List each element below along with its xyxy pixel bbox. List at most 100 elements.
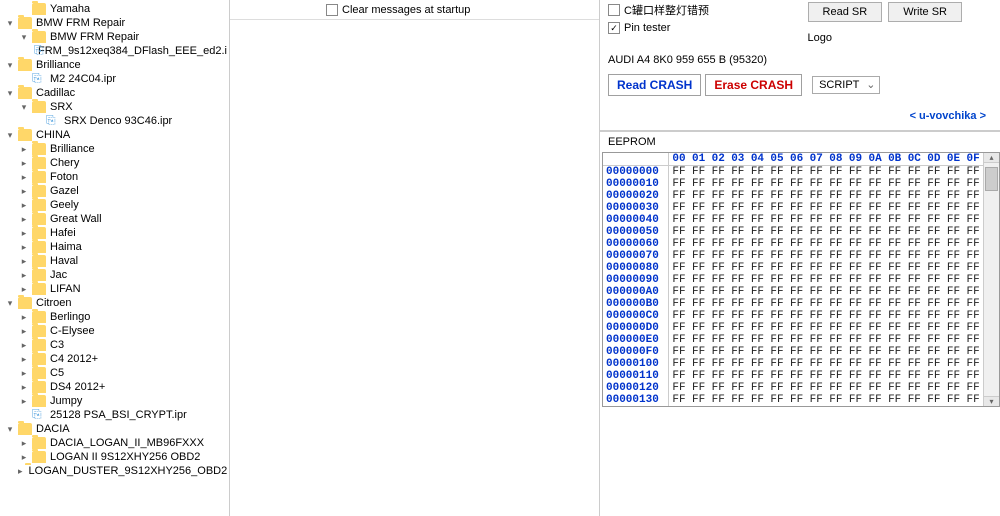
hex-row[interactable]: 00000110FFFFFFFFFFFFFFFFFFFFFFFFFFFFFFFF — [603, 370, 983, 382]
hex-byte[interactable]: FF — [748, 166, 768, 179]
toggle-icon[interactable]: ▾ — [4, 297, 16, 309]
hex-row[interactable]: 000000F0FFFFFFFFFFFFFFFFFFFFFFFFFFFFFFFF — [603, 346, 983, 358]
hex-byte[interactable]: FF — [904, 274, 924, 286]
hex-byte[interactable]: FF — [904, 286, 924, 298]
hex-byte[interactable]: FF — [669, 226, 689, 238]
hex-byte[interactable]: FF — [826, 250, 846, 262]
hex-byte[interactable]: FF — [846, 358, 866, 370]
hex-byte[interactable]: FF — [826, 346, 846, 358]
hex-byte[interactable]: FF — [708, 178, 728, 190]
hex-byte[interactable]: FF — [865, 286, 885, 298]
hex-byte[interactable]: FF — [767, 202, 787, 214]
hex-byte[interactable]: FF — [904, 190, 924, 202]
hex-byte[interactable]: FF — [767, 262, 787, 274]
hex-byte[interactable]: FF — [904, 382, 924, 394]
hex-byte[interactable]: FF — [806, 250, 826, 262]
hex-byte[interactable]: FF — [865, 358, 885, 370]
hex-byte[interactable]: FF — [748, 394, 768, 406]
toggle-icon[interactable]: ▸ — [18, 437, 30, 449]
toggle-icon[interactable]: ▾ — [18, 31, 30, 43]
hex-byte[interactable]: FF — [806, 370, 826, 382]
pin-tester-checkbox[interactable]: ✓ — [608, 22, 620, 34]
hex-byte[interactable]: FF — [963, 262, 983, 274]
hex-byte[interactable]: FF — [963, 298, 983, 310]
hex-byte[interactable]: FF — [865, 322, 885, 334]
hex-byte[interactable]: FF — [963, 202, 983, 214]
hex-byte[interactable]: FF — [787, 370, 807, 382]
toggle-icon[interactable]: ▾ — [4, 129, 16, 141]
hex-byte[interactable]: FF — [689, 346, 709, 358]
hex-byte[interactable]: FF — [669, 190, 689, 202]
hex-byte[interactable]: FF — [787, 334, 807, 346]
hex-byte[interactable]: FF — [748, 298, 768, 310]
hex-byte[interactable]: FF — [885, 358, 905, 370]
hex-byte[interactable]: FF — [748, 226, 768, 238]
hex-byte[interactable]: FF — [846, 190, 866, 202]
hex-byte[interactable]: FF — [865, 190, 885, 202]
hex-byte[interactable]: FF — [846, 334, 866, 346]
hex-byte[interactable]: FF — [924, 262, 944, 274]
hex-row[interactable]: 00000090FFFFFFFFFFFFFFFFFFFFFFFFFFFFFFFF — [603, 274, 983, 286]
hex-byte[interactable]: FF — [865, 382, 885, 394]
hex-byte[interactable]: FF — [846, 226, 866, 238]
hex-byte[interactable]: FF — [669, 346, 689, 358]
hex-byte[interactable]: FF — [787, 346, 807, 358]
hex-byte[interactable]: FF — [944, 190, 964, 202]
hex-byte[interactable]: FF — [708, 298, 728, 310]
hex-byte[interactable]: FF — [708, 286, 728, 298]
tree-folder[interactable]: ▾BMW FRM Repair — [0, 30, 229, 44]
hex-byte[interactable]: FF — [728, 226, 748, 238]
hex-byte[interactable]: FF — [748, 190, 768, 202]
hex-byte[interactable]: FF — [865, 334, 885, 346]
hex-byte[interactable]: FF — [826, 262, 846, 274]
toggle-icon[interactable]: ▾ — [4, 87, 16, 99]
hex-byte[interactable]: FF — [924, 226, 944, 238]
hex-byte[interactable]: FF — [728, 202, 748, 214]
hex-byte[interactable]: FF — [885, 274, 905, 286]
toggle-icon[interactable]: ▸ — [18, 465, 23, 477]
hex-byte[interactable]: FF — [748, 346, 768, 358]
hex-byte[interactable]: FF — [846, 238, 866, 250]
hex-byte[interactable]: FF — [924, 274, 944, 286]
hex-byte[interactable]: FF — [885, 262, 905, 274]
hex-byte[interactable]: FF — [669, 358, 689, 370]
hex-byte[interactable]: FF — [787, 298, 807, 310]
toggle-icon[interactable]: ▸ — [18, 171, 30, 183]
hex-byte[interactable]: FF — [865, 250, 885, 262]
toggle-icon[interactable]: ▾ — [4, 423, 16, 435]
hex-byte[interactable]: FF — [669, 394, 689, 406]
hex-byte[interactable]: FF — [708, 346, 728, 358]
hex-byte[interactable]: FF — [669, 166, 689, 179]
hex-byte[interactable]: FF — [963, 370, 983, 382]
hex-byte[interactable]: FF — [924, 250, 944, 262]
hex-byte[interactable]: FF — [669, 286, 689, 298]
tree-folder[interactable]: Yamaha — [0, 2, 229, 16]
hex-byte[interactable]: FF — [728, 286, 748, 298]
hex-byte[interactable]: FF — [904, 214, 924, 226]
tree-file[interactable]: SRX Denco 93C46.ipr — [0, 114, 229, 128]
hex-byte[interactable]: FF — [728, 262, 748, 274]
toggle-icon[interactable]: ▸ — [18, 157, 30, 169]
hex-byte[interactable]: FF — [924, 334, 944, 346]
clear-startup-checkbox[interactable] — [326, 4, 338, 16]
hex-byte[interactable]: FF — [787, 286, 807, 298]
hex-byte[interactable]: FF — [728, 394, 748, 406]
hex-byte[interactable]: FF — [669, 238, 689, 250]
toggle-icon[interactable]: ▸ — [18, 395, 30, 407]
hex-byte[interactable]: FF — [826, 238, 846, 250]
hex-byte[interactable]: FF — [944, 382, 964, 394]
hex-byte[interactable]: FF — [904, 298, 924, 310]
hex-byte[interactable]: FF — [689, 274, 709, 286]
hex-byte[interactable]: FF — [924, 358, 944, 370]
hex-byte[interactable]: FF — [944, 346, 964, 358]
hex-byte[interactable]: FF — [944, 202, 964, 214]
toggle-icon[interactable]: ▸ — [18, 311, 30, 323]
hex-byte[interactable]: FF — [944, 226, 964, 238]
hex-byte[interactable]: FF — [748, 250, 768, 262]
hex-byte[interactable]: FF — [669, 370, 689, 382]
hex-byte[interactable]: FF — [669, 262, 689, 274]
hex-byte[interactable]: FF — [669, 202, 689, 214]
hex-row[interactable]: 000000B0FFFFFFFFFFFFFFFFFFFFFFFFFFFFFFFF — [603, 298, 983, 310]
hex-byte[interactable]: FF — [787, 190, 807, 202]
hex-byte[interactable]: FF — [944, 334, 964, 346]
